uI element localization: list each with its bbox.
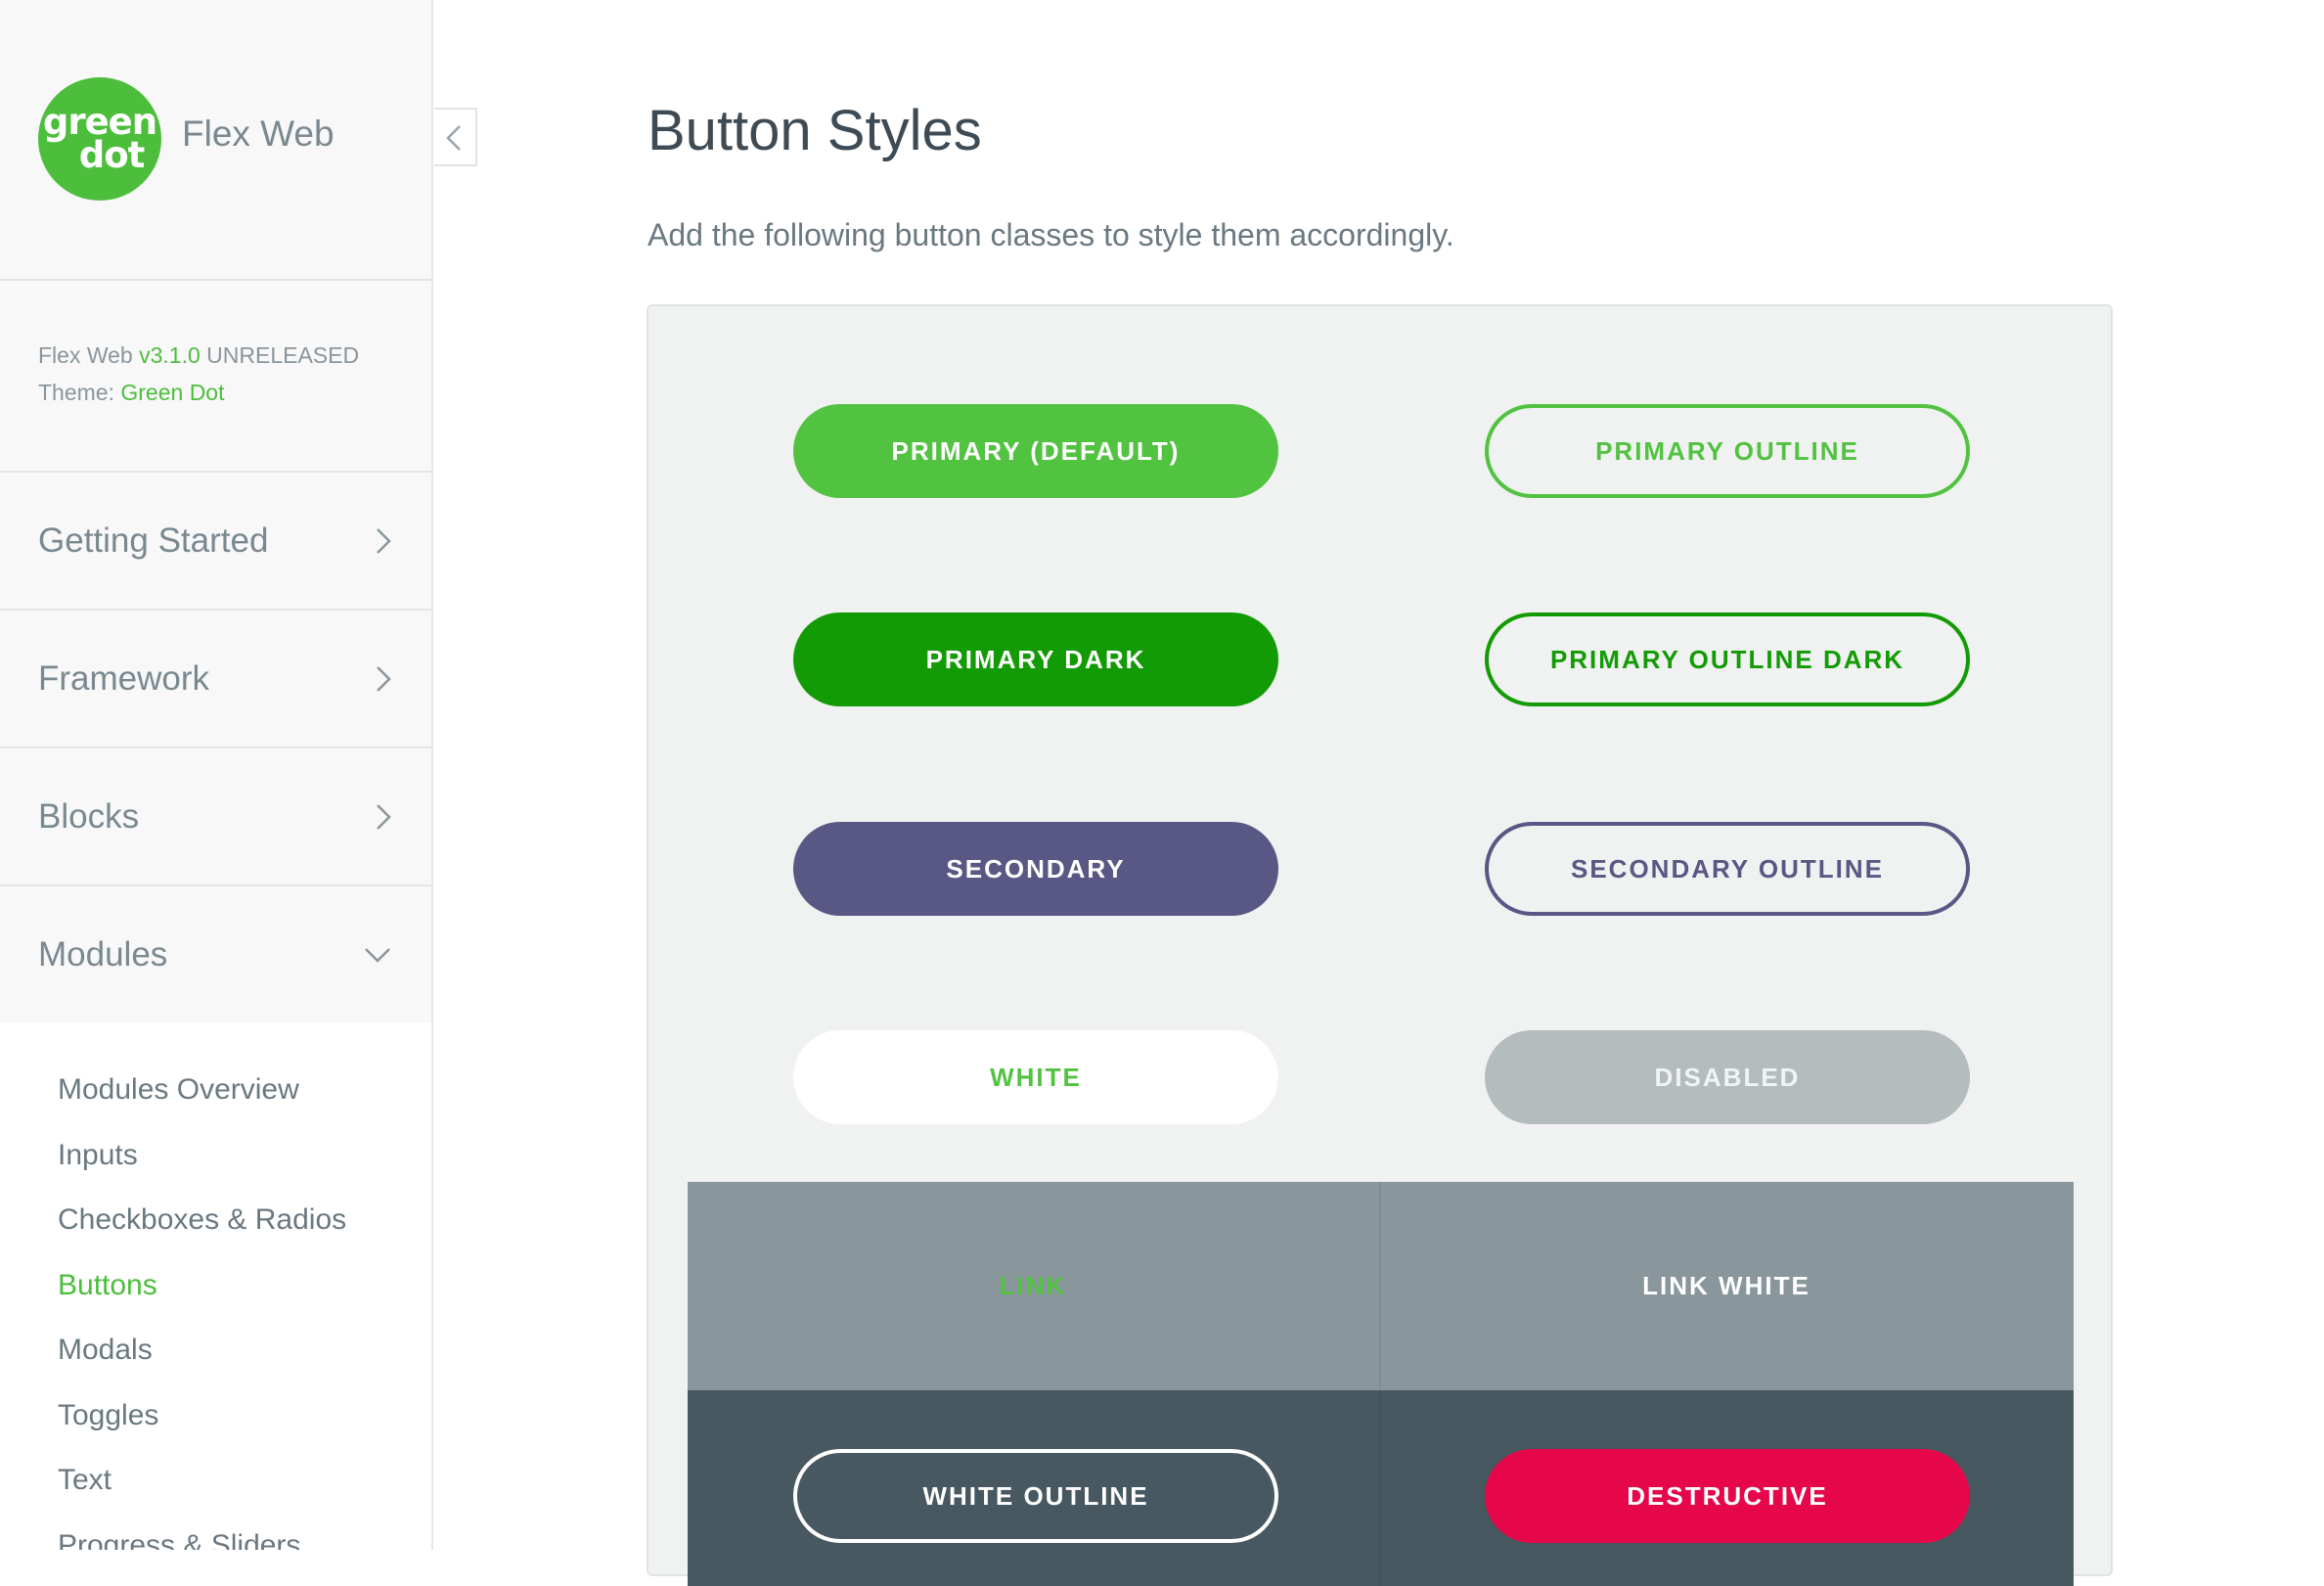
- white-outline-button[interactable]: WHITE OUTLINE: [793, 1449, 1278, 1543]
- theme-row: Theme: Green Dot: [38, 380, 224, 406]
- green-dot-logo[interactable]: green dot: [38, 77, 161, 201]
- white-button[interactable]: WHITE: [793, 1030, 1278, 1124]
- secondary-button[interactable]: SECONDARY: [793, 822, 1278, 916]
- version-number: v3.1.0: [139, 342, 201, 368]
- modules-sub-list: Modules Overview Inputs Checkboxes & Rad…: [0, 1022, 431, 1550]
- destructive-button[interactable]: DESTRUCTIVE: [1485, 1449, 1970, 1543]
- sidebar: green dot Flex Web Flex Web v3.1.0 UNREL…: [0, 0, 433, 1550]
- sub-item-checkboxes-radios[interactable]: Checkboxes & Radios: [58, 1203, 346, 1237]
- brand-header: green dot Flex Web: [0, 0, 431, 281]
- nav-item-blocks[interactable]: Blocks: [0, 748, 431, 886]
- page-description: Add the following button classes to styl…: [648, 217, 1454, 252]
- chevron-right-icon: [377, 803, 391, 830]
- collapse-sidebar-button[interactable]: [434, 108, 477, 166]
- nav-item-label: Getting Started: [38, 521, 269, 560]
- primary-outline-button[interactable]: PRIMARY OUTLINE: [1485, 404, 1970, 498]
- version-prefix: Flex Web: [38, 342, 133, 368]
- sub-item-text[interactable]: Text: [58, 1464, 112, 1497]
- primary-outline-dark-button[interactable]: PRIMARY OUTLINE DARK: [1485, 612, 1970, 706]
- nav-item-label: Blocks: [38, 796, 140, 836]
- nav-item-framework[interactable]: Framework: [0, 611, 431, 748]
- column-divider: [1379, 1390, 1381, 1586]
- secondary-outline-button[interactable]: SECONDARY OUTLINE: [1485, 822, 1970, 916]
- chevron-down-icon: [365, 947, 390, 963]
- disabled-button: DISABLED: [1485, 1030, 1970, 1124]
- primary-dark-button[interactable]: PRIMARY DARK: [793, 612, 1278, 706]
- app-name: Flex Web: [182, 113, 335, 154]
- link-button[interactable]: LINK: [688, 1182, 1378, 1390]
- theme-name: Green Dot: [120, 380, 225, 405]
- logo-text-line2: dot: [78, 134, 146, 176]
- nav-item-getting-started[interactable]: Getting Started: [0, 473, 431, 611]
- chevron-right-icon: [377, 527, 391, 554]
- version-row: Flex Web v3.1.0 UNRELEASED: [38, 342, 359, 369]
- link-white-button[interactable]: LINK WHITE: [1381, 1182, 2072, 1390]
- page-title: Button Styles: [648, 99, 982, 162]
- nav-item-label: Modules: [38, 934, 168, 974]
- chevron-right-icon: [377, 665, 391, 692]
- sub-item-buttons[interactable]: Buttons: [58, 1269, 157, 1302]
- sub-item-progress-sliders[interactable]: Progress & Sliders: [58, 1529, 300, 1550]
- version-info: Flex Web v3.1.0 UNRELEASED Theme: Green …: [0, 281, 431, 473]
- nav-item-label: Framework: [38, 658, 210, 698]
- sub-item-toggles[interactable]: Toggles: [58, 1399, 158, 1432]
- nav-item-modules[interactable]: Modules: [0, 886, 431, 1024]
- sub-item-inputs[interactable]: Inputs: [58, 1139, 138, 1172]
- sub-item-modals[interactable]: Modals: [58, 1334, 153, 1367]
- dark-button-row: WHITE OUTLINE DESTRUCTIVE: [688, 1390, 2074, 1586]
- button-demo-panel: PRIMARY (DEFAULT) PRIMARY OUTLINE PRIMAR…: [647, 304, 2113, 1586]
- link-button-row: LINK LINK WHITE: [688, 1182, 2074, 1390]
- sub-item-modules-overview[interactable]: Modules Overview: [58, 1073, 299, 1107]
- version-status: UNRELEASED: [206, 342, 360, 368]
- primary-button[interactable]: PRIMARY (DEFAULT): [793, 404, 1278, 498]
- theme-label: Theme:: [38, 380, 114, 405]
- chevron-left-icon: [446, 125, 461, 151]
